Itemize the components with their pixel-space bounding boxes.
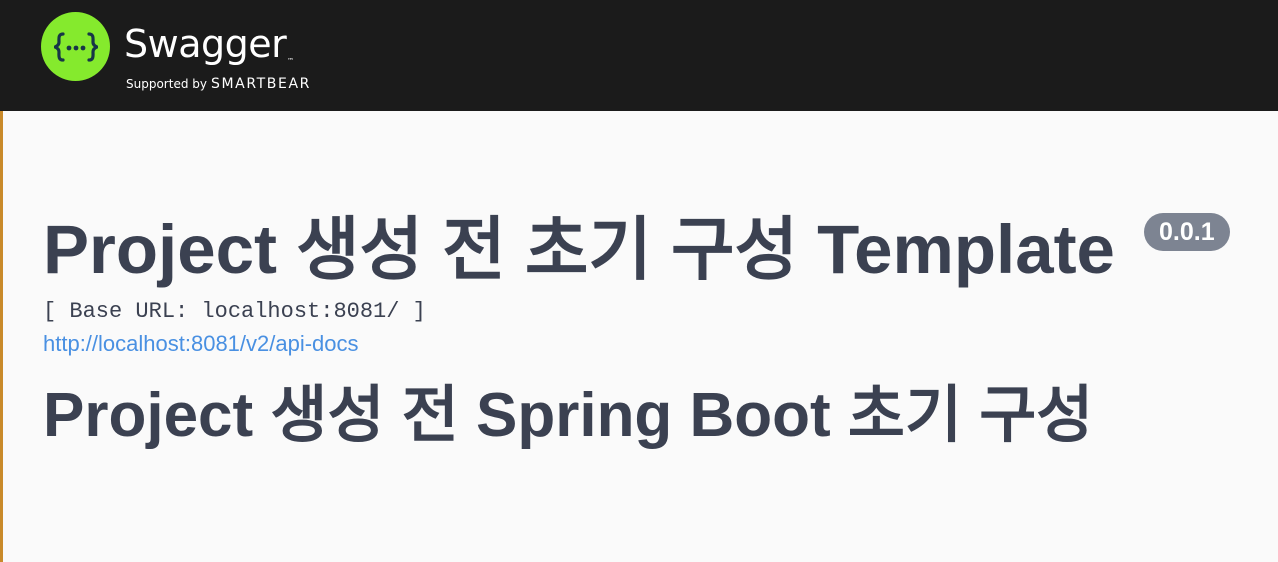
- swagger-logo-link[interactable]: Swagger ™ Supported by SMARTBEAR: [41, 12, 311, 93]
- trademark-symbol: ™: [287, 57, 294, 65]
- swagger-braces-icon: [41, 12, 110, 81]
- title-row: Project 생성 전 초기 구성 Template 0.0.1: [43, 202, 1263, 298]
- api-info: Project 생성 전 초기 구성 Template 0.0.1 [ Base…: [43, 202, 1263, 460]
- brand-name: Swagger: [124, 22, 287, 66]
- logo-wordmark: Swagger ™ Supported by SMARTBEAR: [124, 12, 311, 93]
- base-url: [ Base URL: localhost:8081/ ]: [43, 299, 426, 324]
- api-description: Project 생성 전 Spring Boot 초기 구성: [43, 381, 1094, 450]
- supported-by-label: Supported by: [126, 77, 207, 91]
- api-docs-link[interactable]: http://localhost:8081/v2/api-docs: [43, 329, 359, 359]
- supported-by-line: Supported by SMARTBEAR: [126, 75, 311, 93]
- smartbear-label: SMARTBEAR: [210, 76, 311, 92]
- topbar: Swagger ™ Supported by SMARTBEAR: [0, 0, 1278, 111]
- version-badge: 0.0.1: [1144, 213, 1230, 251]
- page-title: Project 생성 전 초기 구성 Template: [43, 211, 1115, 288]
